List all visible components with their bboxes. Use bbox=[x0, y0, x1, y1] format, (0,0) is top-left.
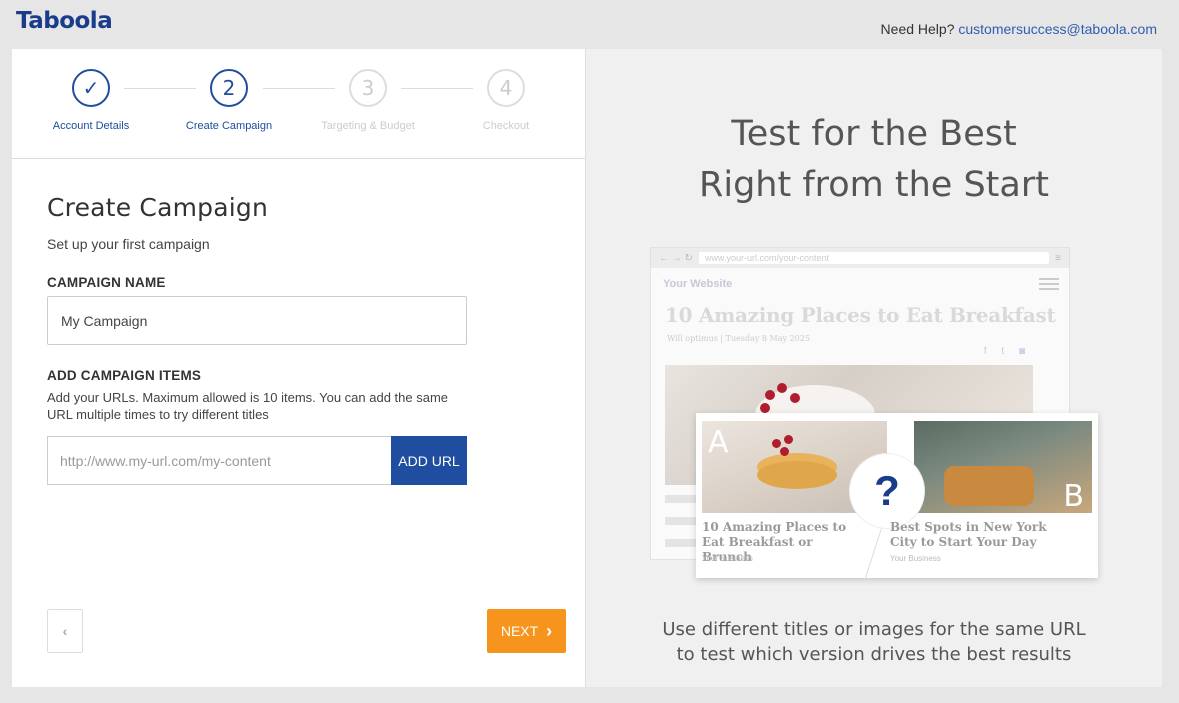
campaign-form: Create Campaign Set up your first campai… bbox=[47, 193, 467, 485]
promo-subtitle: Use different titles or images for the s… bbox=[586, 617, 1162, 667]
variant-b-title: Best Spots in New York City to Start You… bbox=[890, 520, 1047, 549]
article-headline: 10 Amazing Places to Eat Breakfast bbox=[665, 303, 1056, 327]
taboola-logo[interactable]: Taboola bbox=[16, 8, 113, 34]
browser-url: www.your-url.com/your-content bbox=[698, 252, 1050, 264]
step-number: 2 bbox=[210, 69, 248, 107]
step-label: Targeting & Budget bbox=[321, 120, 415, 132]
browser-nav-icons: ← → ↻ bbox=[659, 252, 693, 264]
chevron-right-icon: › bbox=[546, 620, 553, 641]
article-byline: Will optimus | Tuesday 8 May 2025 bbox=[667, 334, 810, 343]
step-label: Create Campaign bbox=[185, 120, 273, 132]
url-row: http://www.my-url.com/my-content ADD URL bbox=[47, 436, 467, 485]
hamburger-icon bbox=[1039, 278, 1059, 293]
back-button[interactable]: ‹ bbox=[47, 609, 83, 653]
social-icons: f t ◙ bbox=[983, 346, 1031, 357]
step-label: Account Details bbox=[52, 120, 130, 132]
site-name: Your Website bbox=[663, 278, 733, 290]
campaign-name-input[interactable]: My Campaign bbox=[47, 296, 467, 345]
help-email-link[interactable]: customersuccess@taboola.com bbox=[958, 21, 1157, 37]
campaign-items-help: Add your URLs. Maximum allowed is 10 ite… bbox=[47, 390, 449, 422]
page-subtitle: Set up your first campaign bbox=[47, 236, 210, 252]
form-panel: ✓ Account Details 2 Create Campaign 3 Ta… bbox=[12, 49, 586, 687]
ab-test-card: A B ? 10 Amazing Places to Eat Breakfast… bbox=[696, 413, 1098, 580]
promo-title-line2: Right from the Start bbox=[699, 165, 1049, 205]
promo-title: Test for the Best Right from the Start bbox=[586, 109, 1162, 211]
promo-panel: Test for the Best Right from the Start ←… bbox=[586, 49, 1162, 687]
variant-a-business: Your Business bbox=[702, 554, 753, 563]
question-mark-icon: ? bbox=[850, 454, 924, 528]
browser-bar: ← → ↻ www.your-url.com/your-content ≡ bbox=[651, 248, 1069, 268]
page-title: Create Campaign bbox=[47, 193, 268, 222]
variant-b-image: B bbox=[914, 421, 1092, 513]
step-number: 4 bbox=[487, 69, 525, 107]
add-url-button[interactable]: ADD URL bbox=[391, 436, 467, 485]
promo-subtitle-line1: Use different titles or images for the s… bbox=[662, 619, 1086, 640]
chevron-left-icon: ‹ bbox=[62, 623, 68, 639]
stepper: ✓ Account Details 2 Create Campaign 3 Ta… bbox=[12, 49, 585, 159]
step-targeting-budget: 3 Targeting & Budget bbox=[308, 69, 428, 132]
promo-title-line1: Test for the Best bbox=[731, 114, 1017, 154]
step-number: 3 bbox=[349, 69, 387, 107]
promo-subtitle-line2: to test which version drives the best re… bbox=[676, 644, 1072, 665]
step-account-details[interactable]: ✓ Account Details bbox=[31, 69, 151, 132]
variant-b-business: Your Business bbox=[890, 554, 941, 563]
step-label: Checkout bbox=[482, 120, 530, 132]
menu-icon: ≡ bbox=[1055, 252, 1061, 264]
step-create-campaign[interactable]: 2 Create Campaign bbox=[169, 69, 289, 132]
next-label: NEXT bbox=[500, 623, 539, 639]
step-check-icon: ✓ bbox=[72, 69, 110, 107]
campaign-items-label: ADD CAMPAIGN ITEMS bbox=[47, 368, 202, 383]
next-button[interactable]: NEXT › bbox=[487, 609, 566, 653]
help-text: Need Help? customersuccess@taboola.com bbox=[881, 21, 1157, 37]
step-checkout: 4 Checkout bbox=[446, 69, 566, 132]
variant-a-letter: A bbox=[708, 425, 729, 460]
help-label: Need Help? bbox=[880, 21, 955, 37]
url-input[interactable]: http://www.my-url.com/my-content bbox=[47, 436, 391, 485]
variant-b-letter: B bbox=[1063, 479, 1084, 513]
campaign-name-label: CAMPAIGN NAME bbox=[47, 275, 166, 290]
main-card: ✓ Account Details 2 Create Campaign 3 Ta… bbox=[12, 49, 1162, 687]
